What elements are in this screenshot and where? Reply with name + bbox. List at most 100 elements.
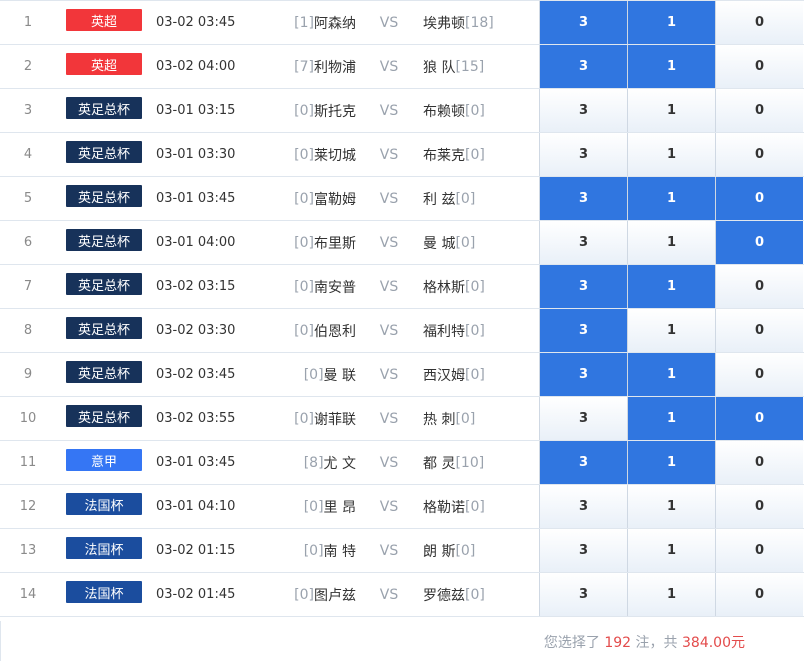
odds-draw-button[interactable]: 1: [627, 265, 715, 308]
odds-win-button[interactable]: 3: [539, 529, 627, 572]
row-index: 12: [19, 499, 37, 514]
odds-draw-button[interactable]: 1: [627, 1, 715, 44]
away-team-rank: [0]: [465, 322, 485, 339]
odds-loss-button[interactable]: 0: [715, 353, 803, 396]
home-team: [0] 南安普: [270, 265, 356, 308]
league-badge: 英超: [66, 53, 142, 75]
odds-draw-button[interactable]: 1: [627, 309, 715, 352]
odds-loss-button[interactable]: 0: [715, 309, 803, 352]
away-team: 利 兹 [0]: [423, 177, 533, 220]
vs-label: VS: [379, 586, 399, 603]
match-row: 4 英足总杯 03-01 03:30 [0] 莱切城 VS 布莱克 [0] 3 1 0: [0, 133, 804, 177]
home-team-name: 斯托克: [314, 103, 356, 120]
odds-loss-button[interactable]: 0: [715, 529, 803, 572]
odds-draw-button[interactable]: 1: [627, 485, 715, 528]
away-team: 福利特 [0]: [423, 309, 533, 352]
match-time: 03-02 01:45: [156, 587, 236, 602]
odds-win-button[interactable]: 3: [539, 133, 627, 176]
match-row: 7 英足总杯 03-02 03:15 [0] 南安普 VS 格林斯 [0] 3 1 0: [0, 265, 804, 309]
summary-prefix: 您选择了: [543, 635, 600, 651]
odds-draw-button[interactable]: 1: [627, 441, 715, 484]
match-time: 03-01 04:00: [156, 235, 236, 250]
match-time: 03-01 03:45: [156, 191, 236, 206]
home-team-rank: [0]: [294, 586, 314, 603]
home-team-rank: [7]: [294, 58, 314, 75]
home-team-rank: [0]: [294, 146, 314, 163]
odds-loss-button[interactable]: 0: [715, 573, 803, 616]
away-team: 狼 队 [15]: [423, 45, 533, 88]
odds-win-button[interactable]: 3: [539, 353, 627, 396]
odds-loss-button[interactable]: 0: [715, 89, 803, 132]
match-time: 03-02 03:55: [156, 411, 236, 426]
odds-draw-button[interactable]: 1: [627, 397, 715, 440]
away-team-name: 格勒诺: [423, 499, 465, 516]
match-row: 3 英足总杯 03-01 03:15 [0] 斯托克 VS 布赖顿 [0] 3 1 0: [0, 89, 804, 133]
selection-summary-bar: 您选择了 192 注，共 384.00元: [0, 621, 804, 661]
match-row: 5 英足总杯 03-01 03:45 [0] 富勒姆 VS 利 兹 [0] 3 1 0: [0, 177, 804, 221]
row-index: 2: [23, 59, 33, 74]
odds-win-button[interactable]: 3: [539, 221, 627, 264]
odds-loss-button[interactable]: 0: [715, 441, 803, 484]
odds-win-button[interactable]: 3: [539, 265, 627, 308]
odds-win-button[interactable]: 3: [539, 485, 627, 528]
match-time: 03-02 03:30: [156, 323, 236, 338]
away-team-name: 朗 斯: [423, 543, 456, 560]
odds-win-button[interactable]: 3: [539, 397, 627, 440]
away-team-rank: [0]: [465, 366, 485, 383]
home-team-name: 伯恩利: [314, 323, 356, 340]
odds-loss-button[interactable]: 0: [715, 1, 803, 44]
away-team-name: 罗德兹: [423, 587, 465, 604]
home-team: [0] 富勒姆: [270, 177, 356, 220]
odds-loss-button[interactable]: 0: [715, 265, 803, 308]
odds-loss-button[interactable]: 0: [715, 133, 803, 176]
match-row: 14 法国杯 03-02 01:45 [0] 图卢兹 VS 罗德兹 [0] 3 1 0: [0, 573, 804, 617]
home-team-name: 图卢兹: [314, 587, 356, 604]
odds-win-button[interactable]: 3: [539, 89, 627, 132]
home-team-rank: [1]: [294, 14, 314, 31]
match-row: 1 英超 03-02 03:45 [1] 阿森纳 VS 埃弗顿 [18] 3 1 0: [0, 1, 804, 45]
odds-win-button[interactable]: 3: [539, 177, 627, 220]
odds-draw-button[interactable]: 1: [627, 353, 715, 396]
odds-win-button[interactable]: 3: [539, 45, 627, 88]
away-team: 西汉姆 [0]: [423, 353, 533, 396]
match-row: 2 英超 03-02 04:00 [7] 利物浦 VS 狼 队 [15] 3 1 0: [0, 45, 804, 89]
odds-loss-button[interactable]: 0: [715, 485, 803, 528]
odds-win-button[interactable]: 3: [539, 309, 627, 352]
away-team-name: 格林斯: [423, 279, 465, 296]
selection-summary: 您选择了 192 注，共 384.00元: [544, 632, 745, 652]
home-team-name: 尤 文: [323, 455, 356, 472]
away-team-rank: [10]: [455, 454, 485, 471]
match-time: 03-02 03:15: [156, 279, 236, 294]
odds-loss-button[interactable]: 0: [715, 45, 803, 88]
home-team: [0] 图卢兹: [270, 573, 356, 616]
match-row: 12 法国杯 03-01 04:10 [0] 里 昂 VS 格勒诺 [0] 3 1 0: [0, 485, 804, 529]
odds-draw-button[interactable]: 1: [627, 221, 715, 264]
home-team-name: 利物浦: [314, 59, 356, 76]
odds-loss-button[interactable]: 0: [715, 221, 803, 264]
odds-draw-button[interactable]: 1: [627, 529, 715, 572]
summary-mid: 注，共: [635, 635, 678, 651]
odds-win-button[interactable]: 3: [539, 1, 627, 44]
league-badge: 英足总杯: [66, 317, 142, 339]
match-time: 03-02 04:00: [156, 59, 236, 74]
home-team-rank: [0]: [294, 102, 314, 119]
odds-win-button[interactable]: 3: [539, 573, 627, 616]
away-team-name: 都 灵: [423, 455, 456, 472]
home-team: [0] 伯恩利: [270, 309, 356, 352]
home-team-rank: [8]: [303, 454, 324, 471]
row-index: 1: [23, 15, 33, 30]
odds-draw-button[interactable]: 1: [627, 89, 715, 132]
odds-draw-button[interactable]: 1: [627, 45, 715, 88]
home-team-name: 南安普: [314, 279, 356, 296]
odds-draw-button[interactable]: 1: [627, 133, 715, 176]
away-team-rank: [0]: [465, 102, 485, 119]
league-badge: 法国杯: [66, 537, 142, 559]
home-team: [7] 利物浦: [270, 45, 356, 88]
away-team-rank: [0]: [455, 234, 476, 251]
odds-draw-button[interactable]: 1: [627, 573, 715, 616]
home-team-name: 莱切城: [314, 147, 356, 164]
odds-loss-button[interactable]: 0: [715, 177, 803, 220]
odds-draw-button[interactable]: 1: [627, 177, 715, 220]
odds-loss-button[interactable]: 0: [715, 397, 803, 440]
odds-win-button[interactable]: 3: [539, 441, 627, 484]
